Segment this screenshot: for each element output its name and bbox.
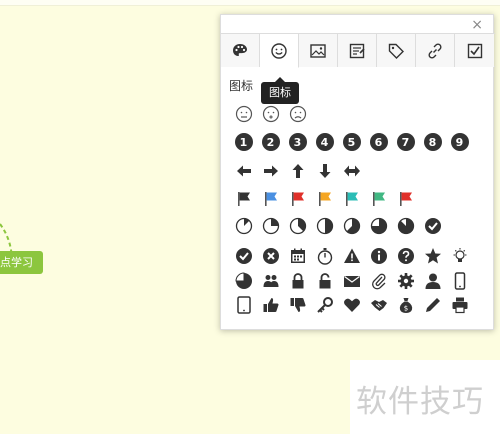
flag-5-icon[interactable]: [338, 189, 365, 209]
tab-icon[interactable]: [260, 34, 299, 68]
priority-7-label: 7: [396, 133, 415, 151]
arrow-right-icon[interactable]: [257, 161, 284, 181]
flags-row: [230, 189, 419, 209]
people-icon[interactable]: [257, 271, 284, 291]
priority-6-icon[interactable]: 6: [365, 132, 392, 152]
watermark-text: 软件技巧: [356, 384, 484, 420]
checkbox-icon: [467, 43, 482, 58]
heart-icon[interactable]: [338, 295, 365, 315]
priority-9-icon[interactable]: 9: [446, 132, 473, 152]
face-surprised-icon[interactable]: [257, 104, 284, 124]
palette-icon: [233, 43, 247, 56]
link-icon: [428, 42, 442, 59]
priority-9-label: 9: [450, 133, 469, 151]
tab-link[interactable]: [416, 34, 455, 67]
key-icon[interactable]: [311, 295, 338, 315]
misc-row-1: [230, 246, 473, 266]
note-icon: [349, 43, 365, 58]
priority-5-label: 5: [342, 133, 361, 151]
tooltip: 图标: [261, 77, 299, 104]
handshake-icon[interactable]: [365, 295, 392, 315]
priority-6-label: 6: [369, 133, 388, 151]
arrow-down-icon[interactable]: [311, 161, 338, 181]
paperclip-icon[interactable]: [365, 271, 392, 291]
progress-1-8-icon[interactable]: [230, 216, 257, 236]
info-icon[interactable]: [365, 246, 392, 266]
tab-style[interactable]: [221, 34, 260, 67]
progress-6-8-icon[interactable]: [365, 216, 392, 236]
tablet-icon[interactable]: [230, 295, 257, 315]
person-icon[interactable]: [419, 271, 446, 291]
progress-4-8-icon[interactable]: [311, 216, 338, 236]
bulb-icon[interactable]: [446, 246, 473, 266]
printer-icon[interactable]: [446, 295, 473, 315]
thumbs-up-icon[interactable]: [257, 295, 284, 315]
check-circle-icon[interactable]: [230, 246, 257, 266]
mail-icon[interactable]: [338, 271, 365, 291]
flag-7-icon[interactable]: [392, 189, 419, 209]
numbers-row: 1 2 3 4 5 6 7 8 9: [230, 132, 473, 152]
flag-3-icon[interactable]: [284, 189, 311, 209]
thumbs-down-icon[interactable]: [284, 295, 311, 315]
progress-2-8-icon[interactable]: [257, 216, 284, 236]
arrow-left-icon[interactable]: [230, 161, 257, 181]
face-sad-icon[interactable]: [284, 104, 311, 124]
priority-4-icon[interactable]: 4: [311, 132, 338, 152]
misc-row-2: [230, 271, 473, 291]
gear-icon[interactable]: [392, 271, 419, 291]
faces-row: [230, 104, 311, 124]
progress-5-8-icon[interactable]: [338, 216, 365, 236]
arrow-up-icon[interactable]: [284, 161, 311, 181]
flag-4-icon[interactable]: [311, 189, 338, 209]
priority-8-icon[interactable]: 8: [419, 132, 446, 152]
progress-7-8-icon[interactable]: [392, 216, 419, 236]
progress-done-icon[interactable]: [419, 216, 446, 236]
mindmap-node[interactable]: 点学习: [0, 251, 43, 274]
svg-text:$: $: [403, 305, 407, 313]
flag-6-icon[interactable]: [365, 189, 392, 209]
tag-icon: [388, 43, 404, 59]
top-bar: [0, 0, 500, 6]
priority-3-icon[interactable]: 3: [284, 132, 311, 152]
panel-tabs: [221, 33, 495, 68]
misc-row-3: $: [230, 295, 473, 315]
flag-1-icon[interactable]: [230, 189, 257, 209]
phone-icon[interactable]: [446, 271, 473, 291]
unlock-icon[interactable]: [311, 271, 338, 291]
arrow-both-icon[interactable]: [338, 161, 365, 181]
progress-row: [230, 216, 446, 236]
priority-2-icon[interactable]: 2: [257, 132, 284, 152]
star-icon[interactable]: [419, 246, 446, 266]
tab-task[interactable]: [455, 34, 494, 67]
face-neutral-icon[interactable]: [230, 104, 257, 124]
tab-image[interactable]: [299, 34, 338, 67]
flag-2-icon[interactable]: [257, 189, 284, 209]
question-icon[interactable]: [392, 246, 419, 266]
priority-8-label: 8: [423, 133, 442, 151]
pie-chart-icon[interactable]: [230, 271, 257, 291]
priority-3-label: 3: [288, 133, 307, 151]
close-icon[interactable]: ×: [471, 17, 483, 33]
priority-5-icon[interactable]: 5: [338, 132, 365, 152]
section-title: 图标: [229, 79, 254, 93]
lock-icon[interactable]: [284, 271, 311, 291]
money-bag-icon[interactable]: $: [392, 295, 419, 315]
tab-note[interactable]: [338, 34, 377, 67]
stopwatch-icon[interactable]: [311, 246, 338, 266]
arrows-row: [230, 161, 365, 181]
calendar-icon[interactable]: [284, 246, 311, 266]
watermark: 软件技巧: [350, 360, 500, 434]
smiley-icon: [271, 42, 287, 59]
cross-circle-icon[interactable]: [257, 246, 284, 266]
pencil-icon[interactable]: [419, 295, 446, 315]
priority-4-label: 4: [315, 133, 334, 151]
priority-2-label: 2: [261, 133, 280, 151]
warning-icon[interactable]: [338, 246, 365, 266]
tab-tag[interactable]: [377, 34, 416, 67]
image-icon: [310, 43, 326, 58]
priority-1-label: 1: [234, 133, 253, 151]
progress-3-8-icon[interactable]: [284, 216, 311, 236]
priority-7-icon[interactable]: 7: [392, 132, 419, 152]
priority-1-icon[interactable]: 1: [230, 132, 257, 152]
